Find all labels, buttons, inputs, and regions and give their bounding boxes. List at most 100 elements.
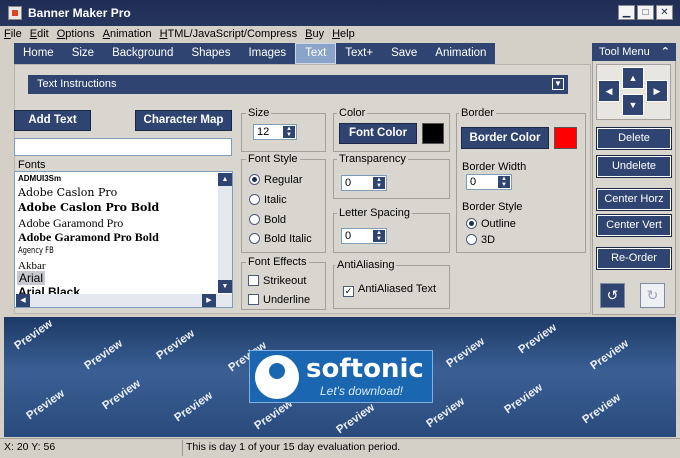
antialiasing-legend: AntiAliasing	[335, 259, 397, 271]
transparency-legend: Transparency	[337, 153, 408, 165]
preview-watermark: Preview	[12, 317, 55, 353]
menu-animation[interactable]: Animation	[103, 28, 152, 40]
move-left-icon[interactable]: ◀	[598, 80, 620, 102]
tab-save[interactable]: Save	[382, 43, 426, 64]
font-color-swatch[interactable]	[422, 123, 444, 144]
border-style-outline[interactable]: Outline	[466, 218, 516, 230]
font-style-bold[interactable]: Bold	[249, 214, 286, 226]
preview-watermark: Preview	[444, 335, 487, 371]
font-style-regular[interactable]: Regular	[249, 174, 303, 186]
font-style-italic[interactable]: Italic	[249, 194, 287, 206]
tab-shapes[interactable]: Shapes	[182, 43, 239, 64]
text-input[interactable]	[14, 138, 232, 156]
tab-size[interactable]: Size	[63, 43, 103, 64]
color-legend: Color	[337, 107, 368, 119]
tab-background[interactable]: Background	[103, 43, 182, 64]
antialiased-text-checkbox[interactable]: ✓ AntiAliased Text	[343, 283, 436, 297]
center-vert-button[interactable]: Center Vert	[596, 214, 672, 237]
move-up-icon[interactable]: ▲	[622, 67, 644, 89]
tab-text-plus[interactable]: Text+	[336, 43, 382, 64]
checkmark-icon[interactable]: ✓	[343, 286, 354, 297]
expand-icon[interactable]: ▼	[552, 78, 564, 90]
softonic-logo: softonic Let's download!	[249, 350, 433, 403]
tab-home[interactable]: Home	[14, 43, 63, 64]
menu-edit[interactable]: Edit	[30, 28, 49, 40]
radio-icon[interactable]	[466, 234, 477, 245]
strikeout-checkbox[interactable]: Strikeout	[248, 275, 306, 287]
softonic-figure-icon	[255, 355, 299, 399]
font-style-bold-italic[interactable]: Bold Italic	[249, 233, 312, 245]
redo-icon[interactable]: ↻	[640, 283, 665, 308]
fonts-horizontal-scrollbar[interactable]: ◀ ▶	[16, 294, 232, 307]
add-text-button[interactable]: Add Text	[14, 110, 91, 131]
border-width-label: Border Width	[462, 161, 527, 173]
list-item-selected[interactable]: Arial	[17, 271, 46, 285]
menu-file[interactable]: File	[4, 28, 22, 40]
border-color-button[interactable]: Border Color	[461, 127, 549, 149]
border-width-spinner[interactable]: 0 ▲ ▼	[466, 174, 512, 190]
menu-options[interactable]: Options	[57, 28, 95, 40]
scroll-right-icon[interactable]: ▶	[202, 294, 216, 307]
character-map-button[interactable]: Character Map	[135, 110, 232, 131]
font-color-button[interactable]: Font Color	[339, 123, 417, 144]
text-instructions-bar[interactable]: Text Instructions ▼	[28, 75, 568, 94]
letter-spacing-legend: Letter Spacing	[337, 207, 412, 219]
preview-watermark: Preview	[588, 337, 631, 373]
font-style-legend: Font Style	[246, 153, 300, 165]
radio-icon[interactable]	[466, 218, 477, 229]
transparency-value: 0	[345, 177, 352, 189]
fonts-list[interactable]: ADMUI3Sm Adobe Caslon Pro Adobe Caslon P…	[14, 171, 233, 308]
list-item[interactable]: Agency FB	[18, 246, 54, 256]
size-spinner[interactable]: 12 ▲ ▼	[253, 124, 297, 140]
window-title: Banner Maker Pro	[28, 6, 131, 20]
list-item[interactable]: Adobe Caslon Pro	[18, 186, 117, 199]
preview-watermark: Preview	[100, 377, 143, 413]
preview-watermark: Preview	[24, 387, 67, 423]
list-item[interactable]: ADMUI3Sm	[18, 174, 61, 183]
letter-spacing-spinner[interactable]: 0 ▲ ▼	[341, 228, 387, 244]
re-order-button[interactable]: Re-Order	[596, 247, 672, 270]
tab-animation[interactable]: Animation	[426, 43, 495, 64]
spinner-arrows-icon[interactable]: ▲ ▼	[283, 126, 295, 138]
transparency-spinner[interactable]: 0 ▲ ▼	[341, 175, 387, 191]
undelete-button[interactable]: Undelete	[596, 155, 672, 178]
collapse-icon[interactable]: ⌃	[661, 43, 670, 61]
spinner-arrows-icon[interactable]: ▲ ▼	[373, 177, 385, 189]
center-horz-button[interactable]: Center Horz	[596, 188, 672, 211]
font-effects-legend: Font Effects	[246, 256, 309, 268]
undo-icon[interactable]: ↺	[600, 283, 625, 308]
scroll-down-icon[interactable]: ▼	[218, 280, 232, 293]
tab-text[interactable]: Text	[295, 43, 337, 64]
move-right-icon[interactable]: ▶	[646, 80, 668, 102]
scroll-left-icon[interactable]: ◀	[16, 294, 30, 307]
radio-icon[interactable]	[249, 174, 260, 185]
spinner-arrows-icon[interactable]: ▲ ▼	[498, 176, 510, 188]
checkbox-icon[interactable]	[248, 294, 259, 305]
delete-button[interactable]: Delete	[596, 127, 672, 150]
radio-icon[interactable]	[249, 214, 260, 225]
spinner-arrows-icon[interactable]: ▲ ▼	[373, 230, 385, 242]
list-item[interactable]: Adobe Caslon Pro Bold	[18, 201, 159, 214]
underline-checkbox[interactable]: Underline	[248, 294, 310, 306]
radio-icon[interactable]	[249, 194, 260, 205]
fonts-vertical-scrollbar[interactable]: ▲ ▼	[218, 173, 232, 293]
border-color-swatch[interactable]	[554, 127, 577, 149]
tool-menu-title: Tool Menu	[599, 46, 650, 58]
logo-brand: softonic	[306, 354, 424, 384]
menu-help[interactable]: Help	[332, 28, 355, 40]
close-button[interactable]: ✕	[656, 5, 673, 20]
list-item[interactable]: Adobe Garamond Pro	[18, 216, 123, 231]
title-bar: Banner Maker Pro	[0, 0, 680, 26]
tab-images[interactable]: Images	[239, 43, 295, 64]
menu-buy[interactable]: Buy	[305, 28, 324, 40]
menu-html-javascript-compress[interactable]: HTML/JavaScript/Compress	[160, 28, 298, 40]
maximize-button[interactable]: □	[637, 5, 654, 20]
checkbox-icon[interactable]	[248, 275, 259, 286]
minimize-button[interactable]: ▁	[618, 5, 635, 20]
list-item[interactable]: Adobe Garamond Pro Bold	[18, 230, 159, 245]
radio-icon[interactable]	[249, 233, 260, 244]
preview-watermark: Preview	[334, 401, 377, 437]
scroll-up-icon[interactable]: ▲	[218, 173, 232, 186]
move-down-icon[interactable]: ▼	[622, 94, 644, 116]
border-style-3d[interactable]: 3D	[466, 234, 495, 246]
